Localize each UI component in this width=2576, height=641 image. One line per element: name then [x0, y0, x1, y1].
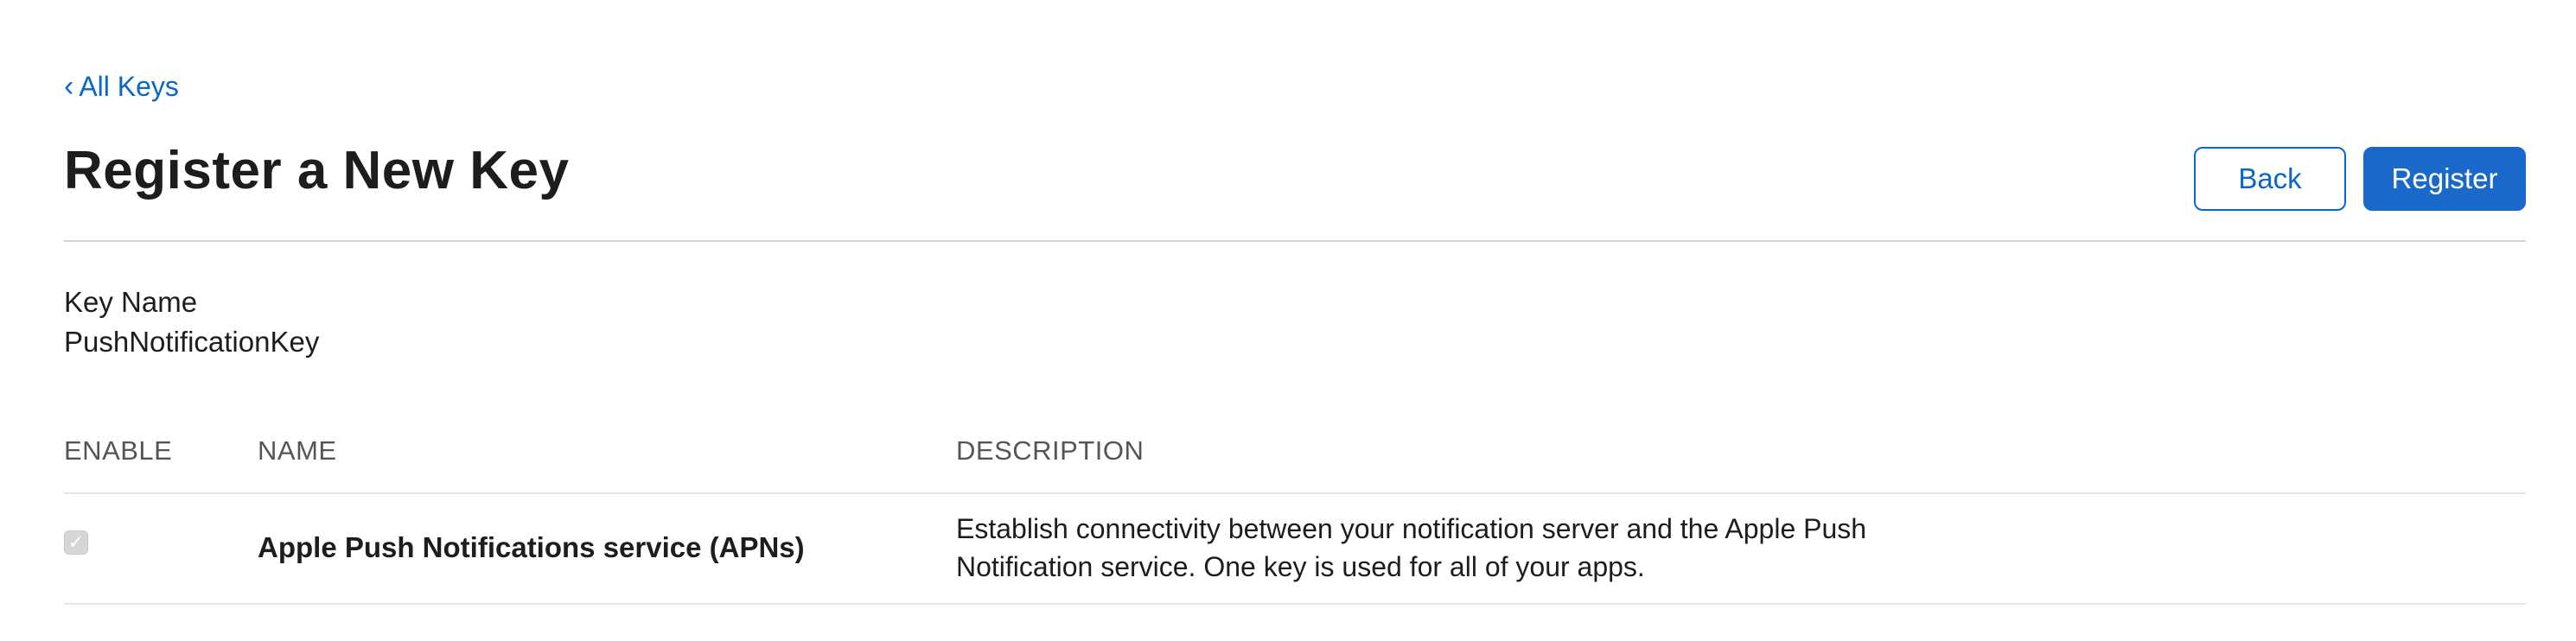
column-header-name: NAME — [258, 435, 337, 466]
all-keys-link-label: All Keys — [79, 71, 179, 102]
page-title: Register a New Key — [64, 141, 570, 200]
back-button[interactable]: Back — [2194, 147, 2346, 211]
checkmark-icon: ✓ — [67, 531, 85, 553]
column-header-enable: ENABLE — [64, 435, 173, 466]
table-row-divider — [64, 603, 2526, 605]
header-divider — [64, 240, 2526, 242]
apns-enable-checkbox[interactable]: ✓ — [64, 530, 88, 555]
key-name-value: PushNotificationKey — [64, 326, 320, 358]
service-description: Establish connectivity between your noti… — [956, 510, 1976, 586]
chevron-left-icon: ‹ — [64, 70, 74, 103]
service-name: Apple Push Notifications service (APNs) — [258, 531, 805, 563]
table-header-divider — [64, 492, 2526, 494]
service-description-line: Establish connectivity between your noti… — [956, 513, 1867, 544]
register-button[interactable]: Register — [2363, 147, 2526, 211]
service-description-line: Notification service. One key is used fo… — [956, 551, 1645, 582]
key-name-label: Key Name — [64, 286, 198, 318]
header-actions: Back Register — [2194, 147, 2526, 211]
register-key-page: ‹ All Keys Register a New Key Back Regist… — [0, 0, 2576, 641]
all-keys-back-link[interactable]: ‹ All Keys — [64, 67, 179, 105]
column-header-description: DESCRIPTION — [956, 435, 1145, 466]
